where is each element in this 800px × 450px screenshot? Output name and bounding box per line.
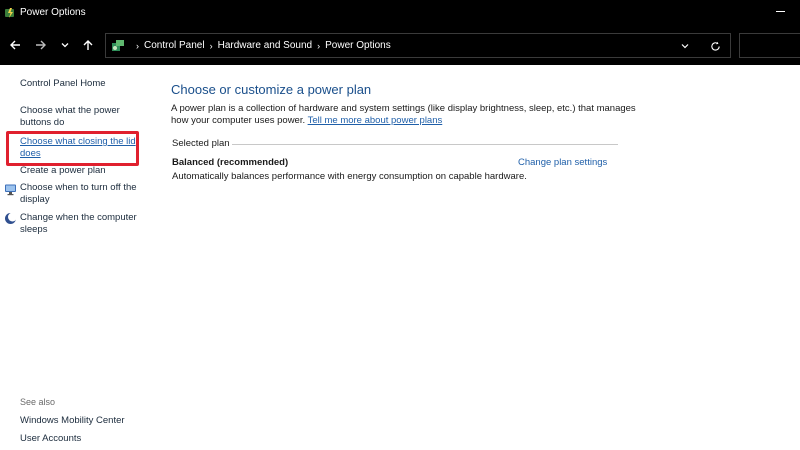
navigation-bar: › Control Panel › Hardware and Sound › P… [0,25,800,65]
refresh-icon [710,41,720,51]
refresh-button[interactable] [708,39,722,53]
arrow-up-icon [83,40,93,50]
recent-locations-button[interactable] [56,36,74,54]
intro-text: A power plan is a collection of hardware… [171,103,651,127]
sidebar-item-power-buttons[interactable]: Choose what the power buttons do [20,105,145,128]
monitor-icon [4,183,17,196]
sidebar-item-turn-off-display[interactable]: Choose when to turn off the display [20,182,145,205]
title-bar: Power Options [0,0,800,25]
selected-plan-label: Selected plan [172,138,230,149]
forward-button[interactable] [32,36,50,54]
arrow-right-icon [36,40,46,50]
address-dropdown-button[interactable] [678,39,692,53]
page-title: Choose or customize a power plan [171,82,372,97]
plan-description: Automatically balances performance with … [172,171,527,182]
chevron-down-icon [681,44,689,49]
sidebar-item-closing-lid[interactable]: Choose what closing the lid does [20,136,145,159]
minimize-button[interactable] [776,6,786,16]
breadcrumb-separator: › [209,40,213,51]
main-content: Choose or customize a power plan A power… [171,65,800,450]
control-panel-home-link[interactable]: Control Panel Home [20,78,106,90]
search-box[interactable] [739,33,800,58]
control-panel-icon [111,39,125,53]
power-options-icon [4,7,16,19]
user-accounts-link[interactable]: User Accounts [20,433,81,444]
tell-me-more-link[interactable]: Tell me more about power plans [308,115,443,126]
window-title: Power Options [20,7,86,18]
breadcrumb-hardware-and-sound[interactable]: Hardware and Sound [218,40,313,51]
sidebar-item-create-power-plan[interactable]: Create a power plan [20,165,145,177]
plan-name: Balanced (recommended) [172,157,289,168]
address-bar[interactable]: › Control Panel › Hardware and Sound › P… [105,33,731,58]
back-button[interactable] [6,36,24,54]
sidebar-item-computer-sleeps[interactable]: Change when the computer sleeps [20,212,145,235]
chevron-down-icon [61,43,69,48]
breadcrumb-separator: › [317,40,321,51]
breadcrumb-control-panel[interactable]: Control Panel [144,40,205,51]
see-also-heading: See also [20,397,56,407]
change-plan-settings-link[interactable]: Change plan settings [518,157,607,168]
section-divider [232,144,618,145]
moon-icon [4,212,17,225]
breadcrumb-power-options[interactable]: Power Options [325,40,391,51]
left-navigation-pane: Control Panel Home Choose what the power… [0,65,155,450]
breadcrumb-separator: › [136,40,139,51]
arrow-left-icon [10,40,20,50]
windows-mobility-center-link[interactable]: Windows Mobility Center [20,415,125,426]
up-button[interactable] [79,36,97,54]
